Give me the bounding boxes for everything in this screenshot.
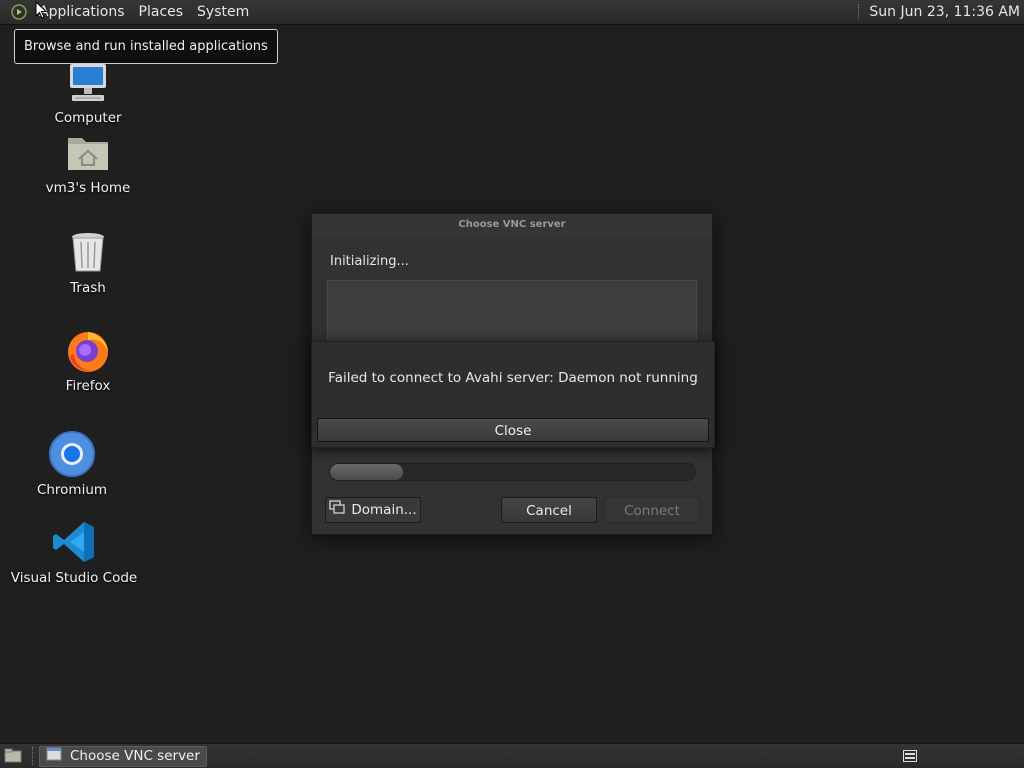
vscode-icon: [50, 518, 98, 566]
progress-bar: [329, 463, 696, 481]
show-desktop-icon[interactable]: [2, 746, 24, 766]
chromium-icon: [48, 430, 96, 478]
server-list[interactable]: [327, 280, 697, 342]
desktop-icon-home[interactable]: vm3's Home: [18, 128, 158, 196]
desktop-icon-chromium[interactable]: Chromium: [2, 430, 142, 498]
close-button[interactable]: Close: [317, 418, 709, 442]
desktop-icon-firefox[interactable]: Firefox: [18, 326, 158, 394]
taskbar-item-vnc[interactable]: Choose VNC server: [39, 745, 207, 767]
taskbar-item-label: Choose VNC server: [70, 748, 200, 764]
desktop-icon-label: vm3's Home: [45, 180, 131, 196]
applications-menu-icon[interactable]: [10, 3, 28, 21]
workspace-switcher-icon[interactable]: [902, 748, 918, 764]
menu-system[interactable]: System: [190, 0, 256, 25]
desktop-icon-label: Trash: [70, 280, 106, 296]
desktop-icon-label: Firefox: [65, 378, 111, 394]
bottom-panel: Choose VNC server: [0, 743, 1024, 768]
firefox-icon: [64, 326, 112, 374]
desktop-icon-label: Chromium: [36, 482, 108, 498]
top-panel: Applications Places System Sun Jun 23, 1…: [0, 0, 1024, 25]
desktop-icon-label: Computer: [54, 110, 122, 126]
mouse-cursor-icon: [35, 0, 48, 23]
desktop-icon-trash[interactable]: Trash: [18, 228, 158, 296]
windows-icon: [329, 497, 345, 523]
dialog-title[interactable]: Choose VNC server: [312, 214, 712, 236]
trash-icon: [64, 228, 112, 276]
desktop-icon-label: Visual Studio Code: [10, 570, 138, 586]
home-folder-icon: [64, 128, 112, 176]
status-label: Initializing...: [330, 254, 409, 269]
panel-separator: [32, 747, 35, 765]
progress-fill: [330, 464, 403, 480]
desktop-icon-vscode[interactable]: Visual Studio Code: [4, 518, 144, 586]
error-dialog: Failed to connect to Avahi server: Daemo…: [311, 341, 715, 448]
error-message: Failed to connect to Avahi server: Daemo…: [328, 370, 698, 386]
clock[interactable]: Sun Jun 23, 11:36 AM: [869, 4, 1020, 20]
panel-separator: [858, 4, 861, 20]
domain-button-label: Domain...: [351, 502, 417, 518]
cancel-button[interactable]: Cancel: [501, 497, 597, 523]
desktop-icon-computer[interactable]: Computer: [18, 58, 158, 126]
applications-tooltip: Browse and run installed applications: [14, 29, 278, 64]
connect-button[interactable]: Connect: [604, 497, 700, 523]
menu-places[interactable]: Places: [132, 0, 191, 25]
computer-icon: [64, 58, 112, 106]
domain-button[interactable]: Domain...: [325, 497, 421, 523]
window-icon: [46, 747, 62, 765]
